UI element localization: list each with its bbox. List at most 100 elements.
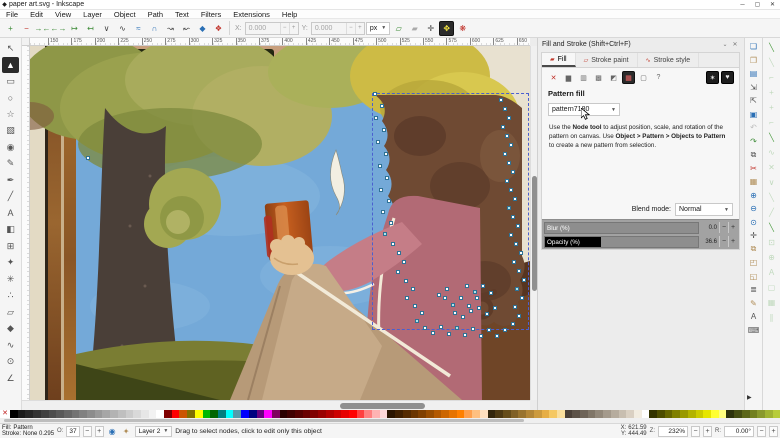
rotation-plus-button[interactable]: +: [769, 425, 778, 437]
palette-swatch[interactable]: [387, 410, 396, 418]
palette-swatch[interactable]: [164, 410, 172, 418]
snap-bbox-edge-mid-button[interactable]: +: [765, 100, 779, 115]
path-node-handle[interactable]: [505, 134, 509, 138]
palette-swatch[interactable]: [587, 410, 596, 418]
selector-tool[interactable]: ↖: [2, 40, 19, 56]
palette-swatch[interactable]: [672, 410, 681, 418]
palette-swatch[interactable]: [556, 410, 565, 418]
path-node-handle[interactable]: [443, 296, 447, 300]
palette-swatch[interactable]: [564, 410, 573, 418]
snap-rotation-button[interactable]: ⊕: [765, 250, 779, 265]
opacity-decrease-button[interactable]: −: [719, 236, 728, 247]
snap-intersection-button[interactable]: ✕: [765, 160, 779, 175]
palette-swatch[interactable]: [472, 410, 480, 418]
snap-smooth-button[interactable]: ╲: [765, 190, 779, 205]
text-tool[interactable]: A: [2, 205, 19, 221]
path-node-handle[interactable]: [451, 303, 455, 307]
palette-swatch[interactable]: [526, 410, 534, 418]
palette-swatch[interactable]: [395, 410, 403, 418]
rotation-minus-button[interactable]: −: [757, 425, 766, 437]
snap-enable-button[interactable]: ╲: [765, 40, 779, 55]
current-layer-dropdown[interactable]: Layer 2 ▼: [134, 425, 173, 437]
opacity-value[interactable]: 36.6: [699, 239, 719, 245]
path-node-handle[interactable]: [520, 296, 524, 300]
path-node-handle[interactable]: [499, 98, 503, 102]
symmetric-node-button[interactable]: ≈: [131, 21, 146, 36]
palette-swatch[interactable]: [479, 410, 488, 418]
bezier-tool[interactable]: ✒: [2, 172, 19, 188]
palette-swatch[interactable]: [549, 410, 557, 418]
blur-value[interactable]: 0.0: [699, 225, 719, 231]
palette-swatch[interactable]: [110, 410, 118, 418]
palette-swatch[interactable]: [664, 410, 673, 418]
mesh-gradient-button[interactable]: ◩: [607, 71, 620, 84]
palette-swatch[interactable]: [402, 410, 411, 418]
zoom-in-button[interactable]: ⊕: [747, 189, 761, 203]
snap-midpoint-button[interactable]: ╱: [765, 205, 779, 220]
mesh-tool[interactable]: ⊞: [2, 238, 19, 254]
edit-clip-path-button[interactable]: ▱: [391, 21, 406, 36]
path-node-handle[interactable]: [463, 333, 467, 337]
bucket-tool[interactable]: ◆: [2, 321, 19, 337]
palette-swatch[interactable]: [356, 410, 365, 418]
snap-others-button[interactable]: ╲: [765, 220, 779, 235]
insert-node-button[interactable]: +: [3, 21, 18, 36]
spray-tool[interactable]: ∴: [2, 288, 19, 304]
palette-swatch[interactable]: [741, 410, 750, 418]
object-to-path-button[interactable]: ◆: [195, 21, 210, 36]
path-node-handle[interactable]: [505, 179, 509, 183]
break-nodes-button[interactable]: ←→: [51, 21, 67, 36]
palette-swatch[interactable]: [264, 410, 272, 418]
palette-swatch[interactable]: [248, 410, 257, 418]
palette-swatch[interactable]: [464, 410, 473, 418]
zoom-fit-button[interactable]: ✛: [747, 229, 761, 243]
zoom-level-input[interactable]: 232%: [658, 425, 688, 437]
join-with-segment-button[interactable]: ↦: [67, 21, 82, 36]
palette-swatch[interactable]: [533, 410, 542, 418]
opacity-plus-button[interactable]: +: [94, 425, 104, 437]
gradient-tool[interactable]: ◧: [2, 222, 19, 238]
palette-swatch[interactable]: [657, 410, 665, 418]
fill-rule-evenodd-button[interactable]: ♥: [721, 71, 734, 84]
path-node-handle[interactable]: [513, 305, 517, 309]
path-node-handle[interactable]: [391, 242, 395, 246]
horizontal-scrollbar[interactable]: [22, 400, 530, 410]
palette-swatch[interactable]: [626, 410, 634, 418]
copy-button[interactable]: ⧉: [747, 148, 761, 162]
text-editor-button[interactable]: A: [747, 310, 761, 324]
palette-swatch[interactable]: [79, 410, 88, 418]
palette-swatch[interactable]: [687, 410, 696, 418]
path-node-handle[interactable]: [509, 143, 513, 147]
palette-swatch[interactable]: [94, 410, 103, 418]
path-node-handle[interactable]: [507, 161, 511, 165]
path-node-handle[interactable]: [493, 306, 497, 310]
palette-swatch[interactable]: [348, 410, 357, 418]
menu-item[interactable]: Path: [142, 10, 169, 19]
export-button[interactable]: ⇲: [747, 81, 761, 95]
path-node-handle[interactable]: [512, 260, 516, 264]
calligraphy-tool[interactable]: ╱: [2, 189, 19, 205]
menu-item[interactable]: Filters: [195, 10, 227, 19]
path-node-handle[interactable]: [501, 125, 505, 129]
path-node-handle[interactable]: [437, 293, 441, 297]
palette-swatch[interactable]: [217, 410, 226, 418]
path-node-handle[interactable]: [503, 152, 507, 156]
path-node-handle[interactable]: [86, 156, 90, 160]
path-node-handle[interactable]: [507, 206, 511, 210]
palette-swatch[interactable]: [610, 410, 619, 418]
group-button[interactable]: ◰: [747, 256, 761, 270]
palette-swatch[interactable]: [441, 410, 450, 418]
palette-swatch[interactable]: [102, 410, 111, 418]
swatch-button[interactable]: ▢: [637, 71, 650, 84]
path-node-handle[interactable]: [509, 233, 513, 237]
paste-button[interactable]: ▦: [747, 175, 761, 189]
palette-swatch[interactable]: [133, 410, 141, 418]
measure-tool[interactable]: ∠: [2, 370, 19, 386]
palette-swatch[interactable]: [148, 410, 157, 418]
snap-center-button[interactable]: ⊡: [765, 235, 779, 250]
redo-button[interactable]: ↷: [747, 135, 761, 149]
path-node-handle[interactable]: [477, 306, 481, 310]
flat-color-button[interactable]: ▆: [562, 71, 575, 84]
palette-swatch[interactable]: [87, 410, 95, 418]
save-button[interactable]: ▣: [747, 108, 761, 122]
